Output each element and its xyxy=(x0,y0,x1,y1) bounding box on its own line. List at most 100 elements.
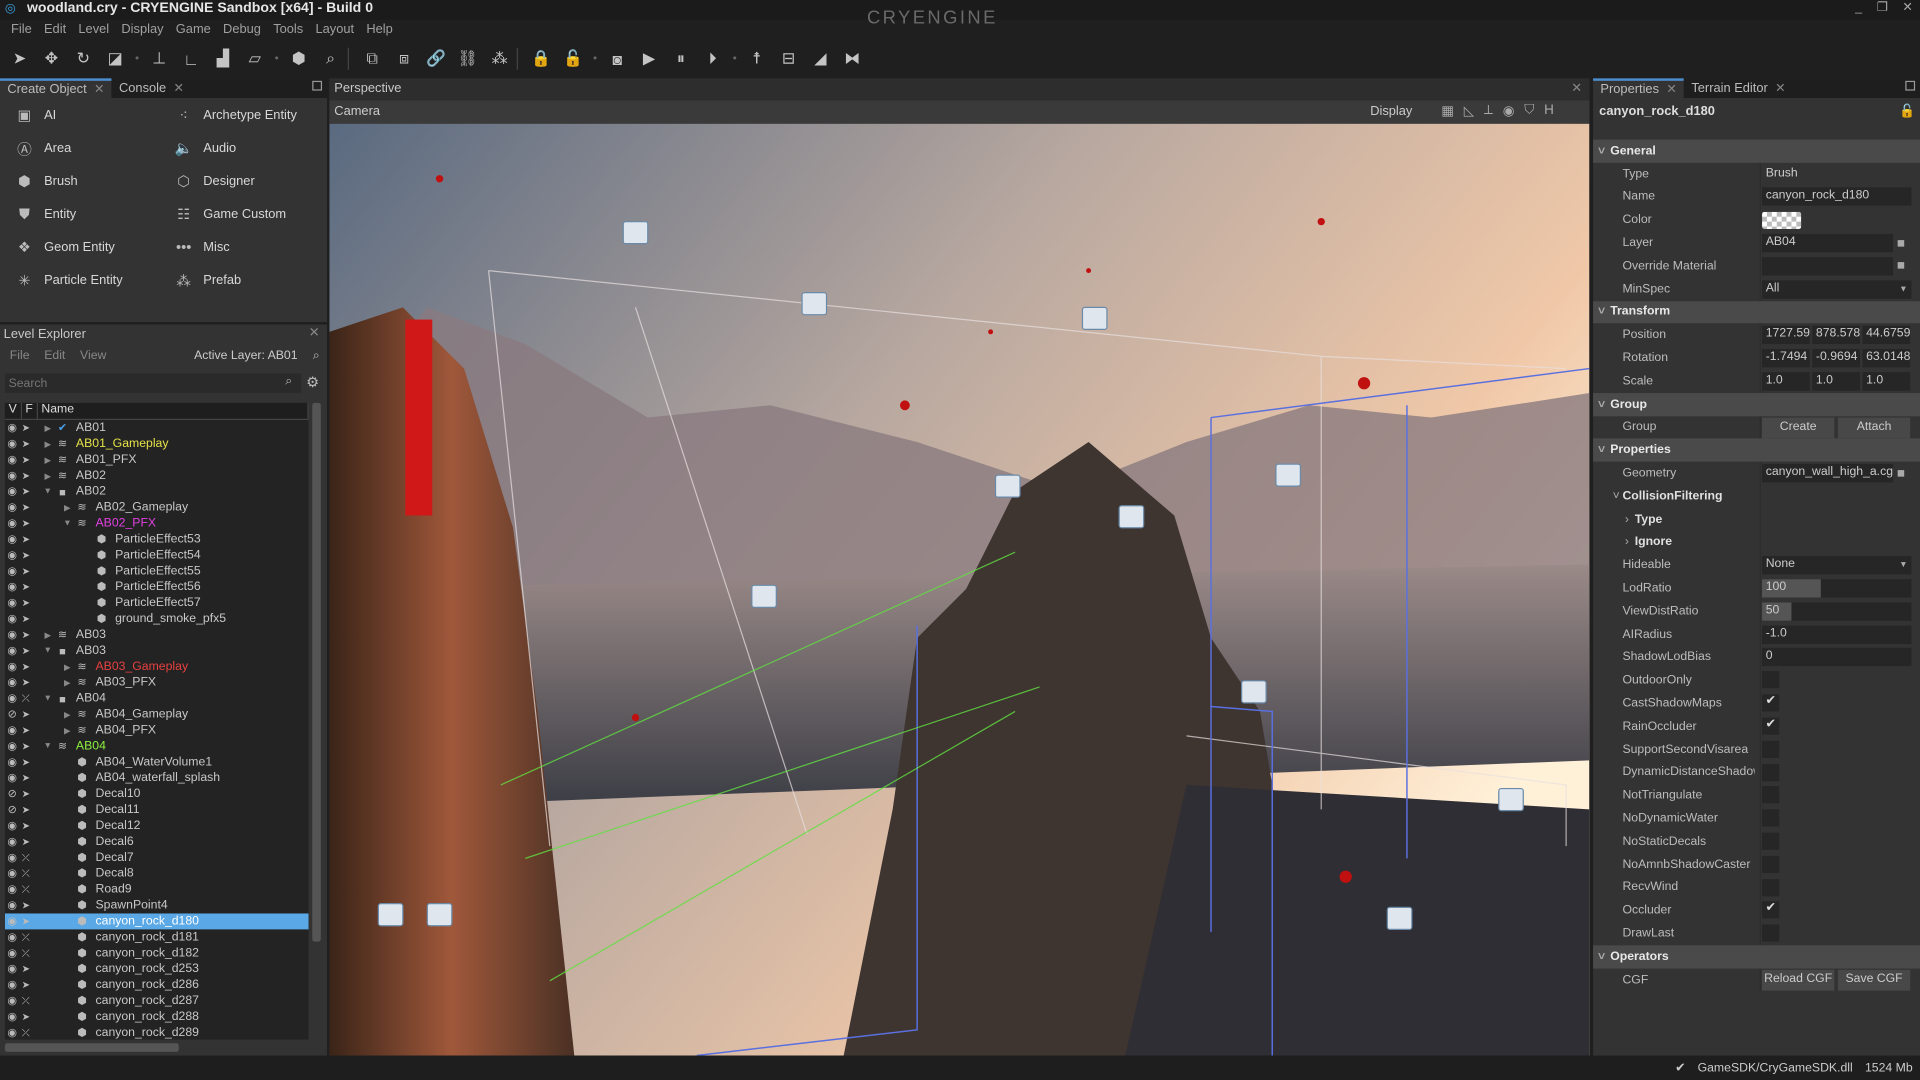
create-geom-entity[interactable]: ❖ Geom Entity xyxy=(15,238,174,258)
tree-row[interactable]: ◉ ➤ ⬢ Decal12 xyxy=(5,818,309,834)
eye-icon[interactable]: ◉ xyxy=(5,469,20,482)
expand-right-icon[interactable]: ▶ xyxy=(42,455,54,465)
grid-icon[interactable]: ▦ xyxy=(1441,103,1454,119)
pointer-icon[interactable]: ➤ xyxy=(20,502,32,513)
property-input[interactable]: 0 xyxy=(1762,648,1912,667)
chevron-down-icon[interactable]: ˅ xyxy=(1598,398,1605,411)
vertical-scrollbar[interactable] xyxy=(312,402,321,942)
eye-icon[interactable]: ◉ xyxy=(5,947,20,960)
eye-icon[interactable]: ◉ xyxy=(5,867,20,880)
column-frozen[interactable]: F xyxy=(22,402,38,419)
checkbox[interactable] xyxy=(1762,924,1780,942)
chevron-down-icon[interactable]: ˅ xyxy=(1598,444,1605,457)
property-input[interactable]: AB04 xyxy=(1762,233,1894,253)
eye-icon[interactable]: ◉ xyxy=(5,819,20,832)
eye-icon[interactable]: ◉ xyxy=(5,580,20,593)
tree-row[interactable]: ◉ ➤ ⬢ ground_smoke_pfx5 xyxy=(5,611,309,627)
eye-icon[interactable]: ◉ xyxy=(5,835,20,848)
eye-icon[interactable]: ◉ xyxy=(5,437,20,450)
tree-row[interactable]: ◉ ➤ ⬢ ParticleEffect54 xyxy=(5,547,309,563)
menu-layout[interactable]: Layout xyxy=(309,20,360,42)
step-icon[interactable]: ⏵ xyxy=(698,45,727,72)
pointer-icon[interactable]: ➤ xyxy=(20,422,32,433)
vector-component-input[interactable]: 1.0 xyxy=(1762,372,1810,391)
close-icon[interactable]: ✕ xyxy=(174,81,184,94)
dropdown-arrow-icon[interactable]: ▼ xyxy=(1899,561,1907,570)
frozen-icon[interactable]: ⤫ xyxy=(20,995,32,1007)
select-icon[interactable]: ➤ xyxy=(5,45,34,72)
menu-help[interactable]: Help xyxy=(360,20,399,42)
eye-icon[interactable]: ◉ xyxy=(5,771,20,784)
frozen-icon[interactable]: ⤫ xyxy=(20,931,32,943)
menu-debug[interactable]: Debug xyxy=(217,20,267,42)
eye-icon[interactable]: ◉ xyxy=(5,485,20,498)
eye-icon[interactable]: ◉ xyxy=(5,533,20,546)
checkbox[interactable] xyxy=(1762,832,1780,850)
menu-edit[interactable]: Edit xyxy=(38,20,72,42)
3d-scene[interactable] xyxy=(329,123,1590,1056)
close-button[interactable]: ✕ xyxy=(1902,1,1912,14)
eye-icon[interactable]: ◉ xyxy=(5,676,20,689)
expand-right-icon[interactable]: ▶ xyxy=(42,471,54,481)
tree-row[interactable]: ◉ ⤫ ⬢ canyon_rock_d181 xyxy=(5,929,309,945)
tree-row[interactable]: ◉ ➤ ▼ ■ AB03 xyxy=(5,643,309,659)
menu-display[interactable]: Display xyxy=(115,20,169,42)
close-icon[interactable]: ✕ xyxy=(1666,83,1676,96)
chevron-right-icon[interactable]: › xyxy=(1625,513,1629,526)
create-particle-entity[interactable]: ✳ Particle Entity xyxy=(15,271,174,291)
game-mode-icon[interactable]: ◙ xyxy=(602,45,631,72)
column-visible[interactable]: V xyxy=(5,402,22,419)
helpers-toggle[interactable]: H xyxy=(1544,103,1554,119)
gear-icon[interactable]: ⚙ xyxy=(306,373,319,390)
pointer-icon[interactable]: ➤ xyxy=(20,486,32,497)
eye-icon[interactable]: ◉ xyxy=(5,1026,20,1039)
vector-component-input[interactable]: -1.7494 xyxy=(1762,349,1810,368)
tree-row[interactable]: ◉ ➤ ▶ ≋ AB01_PFX xyxy=(5,452,309,468)
lock-icon[interactable]: 🔓 xyxy=(1899,103,1915,119)
menu-game[interactable]: Game xyxy=(170,20,217,42)
pointer-icon[interactable]: ➤ xyxy=(20,566,32,577)
tree-row[interactable]: ◉ ➤ ▼ ≋ AB04 xyxy=(5,738,309,754)
tree-row[interactable]: ◉ ⤫ ⬢ Decal7 xyxy=(5,850,309,866)
tree-row[interactable]: ◉ ➤ ⬢ ParticleEffect57 xyxy=(5,595,309,611)
tree-row[interactable]: ◉ ➤ ▼ ≋ AB02_PFX xyxy=(5,516,309,532)
pointer-icon[interactable]: ➤ xyxy=(20,900,32,911)
find-icon[interactable]: ⌕ xyxy=(316,45,345,72)
eye-icon[interactable]: ◉ xyxy=(5,978,20,991)
tree-row[interactable]: ◉ ➤ ⬢ Decal6 xyxy=(5,834,309,850)
expand-down-icon[interactable]: ▼ xyxy=(61,519,73,528)
tree-row[interactable]: ◉ ➤ ▶ ≋ AB04_PFX xyxy=(5,722,309,738)
hidden-eye-icon[interactable]: ⊘ xyxy=(5,708,20,721)
expand-right-icon[interactable]: ▶ xyxy=(61,678,73,688)
tree-row[interactable]: ◉ ➤ ⬢ SpawnPoint4 xyxy=(5,898,309,914)
pointer-icon[interactable]: ➤ xyxy=(20,534,32,545)
pointer-icon[interactable]: ➤ xyxy=(20,709,32,720)
pointer-icon[interactable]: ➤ xyxy=(20,964,32,975)
pointer-icon[interactable]: ➤ xyxy=(20,757,32,768)
folder-icon[interactable]: ■ xyxy=(1897,466,1905,481)
pointer-icon[interactable]: ➤ xyxy=(20,980,32,991)
axis-icon[interactable]: ⟂ xyxy=(1484,103,1493,119)
create-brush[interactable]: ⬢ Brush xyxy=(15,171,174,191)
chevron-down-icon[interactable]: ˅ xyxy=(1598,950,1605,963)
property-input[interactable] xyxy=(1762,256,1894,276)
section-group[interactable]: ˅ Group xyxy=(1593,392,1920,416)
explorer-menu-edit[interactable]: Edit xyxy=(44,348,65,361)
tree-row[interactable]: ◉ ⤫ ▼ ■ AB04 xyxy=(5,691,309,707)
attach-button[interactable]: Attach xyxy=(1837,417,1911,438)
section-transform[interactable]: ˅ Transform xyxy=(1593,300,1920,324)
color-swatch[interactable] xyxy=(1762,212,1802,230)
checkbox[interactable]: ✔ xyxy=(1762,901,1780,919)
tree-row[interactable]: ◉ ➤ ⬢ canyon_rock_d253 xyxy=(5,961,309,977)
tree-row[interactable]: ◉ ➤ ▶ ≋ AB03 xyxy=(5,627,309,643)
close-icon[interactable]: ✕ xyxy=(94,83,104,96)
tab-terrain-editor[interactable]: Terrain Editor ✕ xyxy=(1684,78,1793,98)
tree-row[interactable]: ◉ ➤ ⬢ ParticleEffect55 xyxy=(5,563,309,579)
checkbox[interactable] xyxy=(1762,855,1780,873)
pointer-icon[interactable]: ➤ xyxy=(20,741,32,752)
eye-icon[interactable]: ◉ xyxy=(5,740,20,753)
create-game-custom[interactable]: ☷ Game Custom xyxy=(174,204,333,224)
tree-row[interactable]: ◉ ⤫ ⬢ Road9 xyxy=(5,882,309,898)
eye-icon[interactable]: ◉ xyxy=(5,501,20,514)
tab-properties[interactable]: Properties ✕ xyxy=(1593,78,1684,98)
